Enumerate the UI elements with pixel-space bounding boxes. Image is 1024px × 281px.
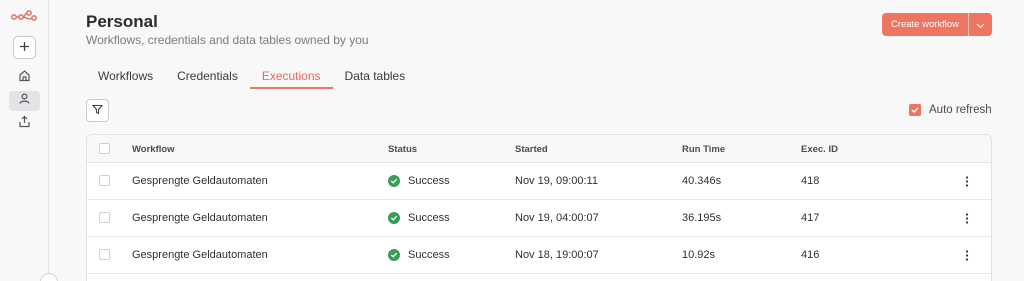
- workflow-name[interactable]: Gesprengte Geldautomaten: [132, 212, 268, 224]
- exec-id: 417: [801, 212, 820, 224]
- table-row[interactable]: Gesprengte Geldautomaten Success Nov 19,…: [87, 163, 991, 200]
- filter-button[interactable]: [86, 99, 109, 122]
- row-checkbox[interactable]: [99, 249, 110, 260]
- tab-executions[interactable]: Executions: [249, 62, 333, 89]
- table-header: Workflow Status Started Run Time Exec. I…: [87, 135, 991, 163]
- sidebar-item-personal[interactable]: [9, 91, 40, 111]
- started-time: Nov 19, 04:00:07: [515, 212, 599, 224]
- logo-icon[interactable]: [11, 9, 37, 25]
- auto-refresh-toggle[interactable]: Auto refresh: [909, 104, 992, 116]
- executions-table: Workflow Status Started Run Time Exec. I…: [86, 134, 992, 281]
- check-circle-icon: [388, 212, 400, 224]
- kebab-icon[interactable]: [960, 174, 974, 188]
- row-checkbox[interactable]: [99, 175, 110, 186]
- user-icon: [18, 92, 31, 110]
- column-header-workflow[interactable]: Workflow: [132, 144, 175, 155]
- add-button[interactable]: [13, 36, 36, 59]
- started-time: Nov 18, 19:00:07: [515, 249, 599, 261]
- plus-icon: [19, 39, 30, 57]
- auto-refresh-label: Auto refresh: [929, 104, 992, 116]
- tab-credentials[interactable]: Credentials: [165, 62, 250, 89]
- status-text: Success: [408, 212, 450, 224]
- sidebar: [0, 0, 58, 281]
- column-header-run-time[interactable]: Run Time: [682, 144, 725, 155]
- filter-icon: [91, 102, 104, 120]
- exec-id: 418: [801, 175, 820, 187]
- started-time: Nov 19, 09:00:11: [515, 175, 598, 187]
- check-circle-icon: [388, 249, 400, 261]
- table-row[interactable]: Gesprengte Geldautomaten Success Nov 19,…: [87, 200, 991, 237]
- share-icon: [18, 115, 31, 133]
- kebab-icon[interactable]: [960, 211, 974, 225]
- status-text: Success: [408, 249, 450, 261]
- home-icon: [18, 69, 31, 87]
- exec-id: 416: [801, 249, 820, 261]
- sidebar-item-shared[interactable]: [9, 114, 40, 134]
- status-text: Success: [408, 175, 450, 187]
- page-title: Personal: [86, 12, 158, 31]
- row-checkbox[interactable]: [99, 212, 110, 223]
- kebab-icon[interactable]: [960, 248, 974, 262]
- chevron-down-icon: [976, 16, 985, 34]
- create-options-button[interactable]: [969, 13, 992, 36]
- page-subtitle: Workflows, credentials and data tables o…: [86, 33, 369, 47]
- workflow-name[interactable]: Gesprengte Geldautomaten: [132, 175, 268, 187]
- tab-data-tables[interactable]: Data tables: [333, 62, 418, 89]
- workflow-name[interactable]: Gesprengte Geldautomaten: [132, 249, 268, 261]
- tab-workflows[interactable]: Workflows: [86, 62, 165, 89]
- create-workflow-button[interactable]: Create workflow: [882, 13, 969, 36]
- auto-refresh-checkbox[interactable]: [909, 104, 921, 116]
- column-header-started[interactable]: Started: [515, 144, 548, 155]
- sidebar-item-home[interactable]: [9, 68, 40, 88]
- table-row[interactable]: Gesprengte Geldautomaten Success Nov 18,…: [87, 237, 991, 274]
- run-time: 36.195s: [682, 212, 722, 224]
- sidebar-collapse-handle[interactable]: [40, 273, 58, 281]
- check-circle-icon: [388, 175, 400, 187]
- create-workflow-group: Create workflow: [882, 13, 992, 36]
- column-header-exec-id[interactable]: Exec. ID: [801, 144, 838, 155]
- project-tabs: Workflows Credentials Executions Data ta…: [86, 62, 417, 90]
- column-header-status[interactable]: Status: [388, 144, 417, 155]
- run-time: 10.92s: [682, 249, 716, 261]
- run-time: 40.346s: [682, 175, 722, 187]
- select-all-checkbox[interactable]: [99, 143, 110, 154]
